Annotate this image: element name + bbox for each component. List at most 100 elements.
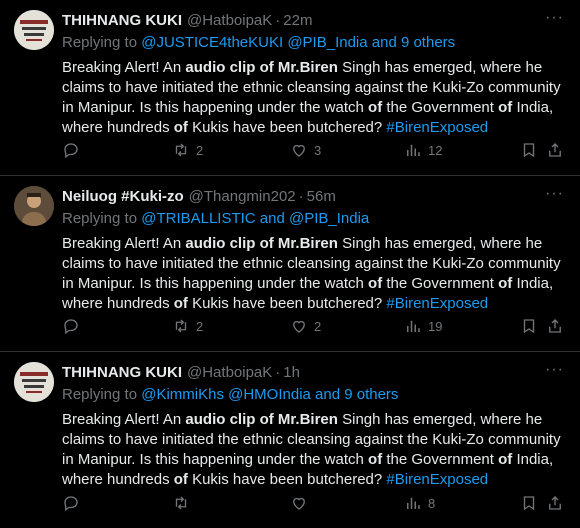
display-name[interactable]: Neiluog #Kuki-zo [62,188,184,205]
like-button[interactable] [290,494,314,512]
handle[interactable]: @HatboipaK [187,364,272,381]
bookmark-button[interactable] [520,317,538,335]
display-name[interactable]: THIHNANG KUKI [62,364,182,381]
handle[interactable]: @Thangmin202 [189,188,296,205]
replying-links[interactable]: @TRIBALLISTIC and @PIB_India [141,210,369,227]
bold-segment: of [173,119,188,136]
share-button[interactable] [546,141,564,159]
bold-segment: of [368,275,383,292]
replying-to: Replying to @JUSTICE4theKUKI @PIB_India … [62,34,564,54]
bookmark-icon [520,494,538,512]
tweet[interactable]: Neiluog #Kuki-zo @Thangmin202 · 56m ··· … [0,176,580,352]
action-bar: 8 [62,494,564,514]
bold-segment: of [498,99,513,116]
share-icon [546,141,564,159]
like-count: 3 [314,142,322,158]
reply-button[interactable] [62,494,80,512]
avatar[interactable] [14,362,54,402]
text-segment: Breaking Alert! An [62,411,186,428]
bold-segment: of [498,275,513,292]
like-button[interactable]: 2 [290,317,321,335]
bold-segment: of [498,451,513,468]
replying-prefix: Replying to [62,34,138,51]
avatar[interactable] [14,186,54,226]
like-count: 2 [314,318,322,334]
hashtag-link[interactable]: #BirenExposed [386,119,488,136]
hashtag-link[interactable]: #BirenExposed [386,295,488,312]
views-button[interactable]: 12 [404,141,442,159]
more-icon[interactable]: ··· [545,10,564,26]
tweet[interactable]: THIHNANG KUKI @HatboipaK · 1h ··· Replyi… [0,352,580,528]
view-count: 12 [428,142,443,158]
like-button[interactable]: 3 [290,141,321,159]
bookmark-icon [520,141,538,159]
replying-links[interactable]: @JUSTICE4theKUKI @PIB_India and 9 others [141,34,455,51]
tweet-text: Breaking Alert! An audio clip of Mr.Bire… [62,410,564,490]
handle[interactable]: @HatboipaK [187,12,272,29]
text-segment: the Government [382,99,499,116]
hashtag-link[interactable]: #BirenExposed [386,471,488,488]
bold-segment: audio clip [185,59,256,76]
timestamp[interactable]: 56m [307,188,336,205]
bookmark-button[interactable] [520,141,538,159]
timestamp[interactable]: 1h [283,364,300,381]
text-segment: Kukis have been butchered? [187,471,387,488]
bold-segment: of Mr.Biren [259,59,338,76]
retweet-button[interactable]: 2 [172,141,203,159]
view-count: 8 [428,495,436,511]
share-button[interactable] [546,494,564,512]
views-icon [404,141,422,159]
separator-dot: · [298,187,304,205]
timestamp[interactable]: 22m [283,12,312,29]
bold-segment: of Mr.Biren [259,235,338,252]
tweet-text: Breaking Alert! An audio clip of Mr.Bire… [62,58,564,138]
views-button[interactable]: 8 [404,494,435,512]
bold-segment: of [368,451,383,468]
retweet-icon [172,317,190,335]
reply-button[interactable] [62,317,80,335]
action-bar: 2 3 12 [62,141,564,161]
tweet-header: THIHNANG KUKI @HatboipaK · 1h [62,362,564,382]
retweet-button[interactable]: 2 [172,317,203,335]
reply-icon [62,494,80,512]
action-bar: 2 2 19 [62,317,564,337]
reply-icon [62,141,80,159]
text-segment: Kukis have been butchered? [187,295,387,312]
more-icon[interactable]: ··· [545,362,564,378]
more-icon[interactable]: ··· [545,186,564,202]
retweet-count: 2 [196,318,204,334]
reply-icon [62,317,80,335]
share-icon [546,317,564,335]
bold-segment: of [368,99,383,116]
like-icon [290,494,308,512]
tweet[interactable]: THIHNANG KUKI @HatboipaK · 22m ··· Reply… [0,0,580,176]
replying-links[interactable]: @KimmiKhs @HMOIndia and 9 others [141,386,398,403]
views-button[interactable]: 19 [404,317,442,335]
retweet-icon [172,141,190,159]
replying-to: Replying to @KimmiKhs @HMOIndia and 9 ot… [62,386,564,406]
text-segment: Kukis have been butchered? [187,119,387,136]
view-count: 19 [428,318,443,334]
replying-prefix: Replying to [62,210,138,227]
like-icon [290,141,308,159]
bookmark-button[interactable] [520,494,538,512]
share-button[interactable] [546,317,564,335]
tweet-header: Neiluog #Kuki-zo @Thangmin202 · 56m [62,186,564,206]
retweet-button[interactable] [172,494,196,512]
tweet-header: THIHNANG KUKI @HatboipaK · 22m [62,10,564,30]
display-name[interactable]: THIHNANG KUKI [62,12,182,29]
views-icon [404,494,422,512]
text-segment: Breaking Alert! An [62,59,186,76]
reply-button[interactable] [62,141,80,159]
bold-segment: of [173,295,188,312]
timeline-feed: THIHNANG KUKI @HatboipaK · 22m ··· Reply… [0,0,580,528]
tweet-text: Breaking Alert! An audio clip of Mr.Bire… [62,234,564,314]
replying-to: Replying to @TRIBALLISTIC and @PIB_India [62,210,564,230]
avatar[interactable] [14,10,54,50]
text-segment: Breaking Alert! An [62,235,186,252]
text-segment: the Government [382,451,499,468]
bold-segment: of Mr.Biren [259,411,338,428]
bold-segment: audio clip [185,235,256,252]
like-icon [290,317,308,335]
share-icon [546,494,564,512]
